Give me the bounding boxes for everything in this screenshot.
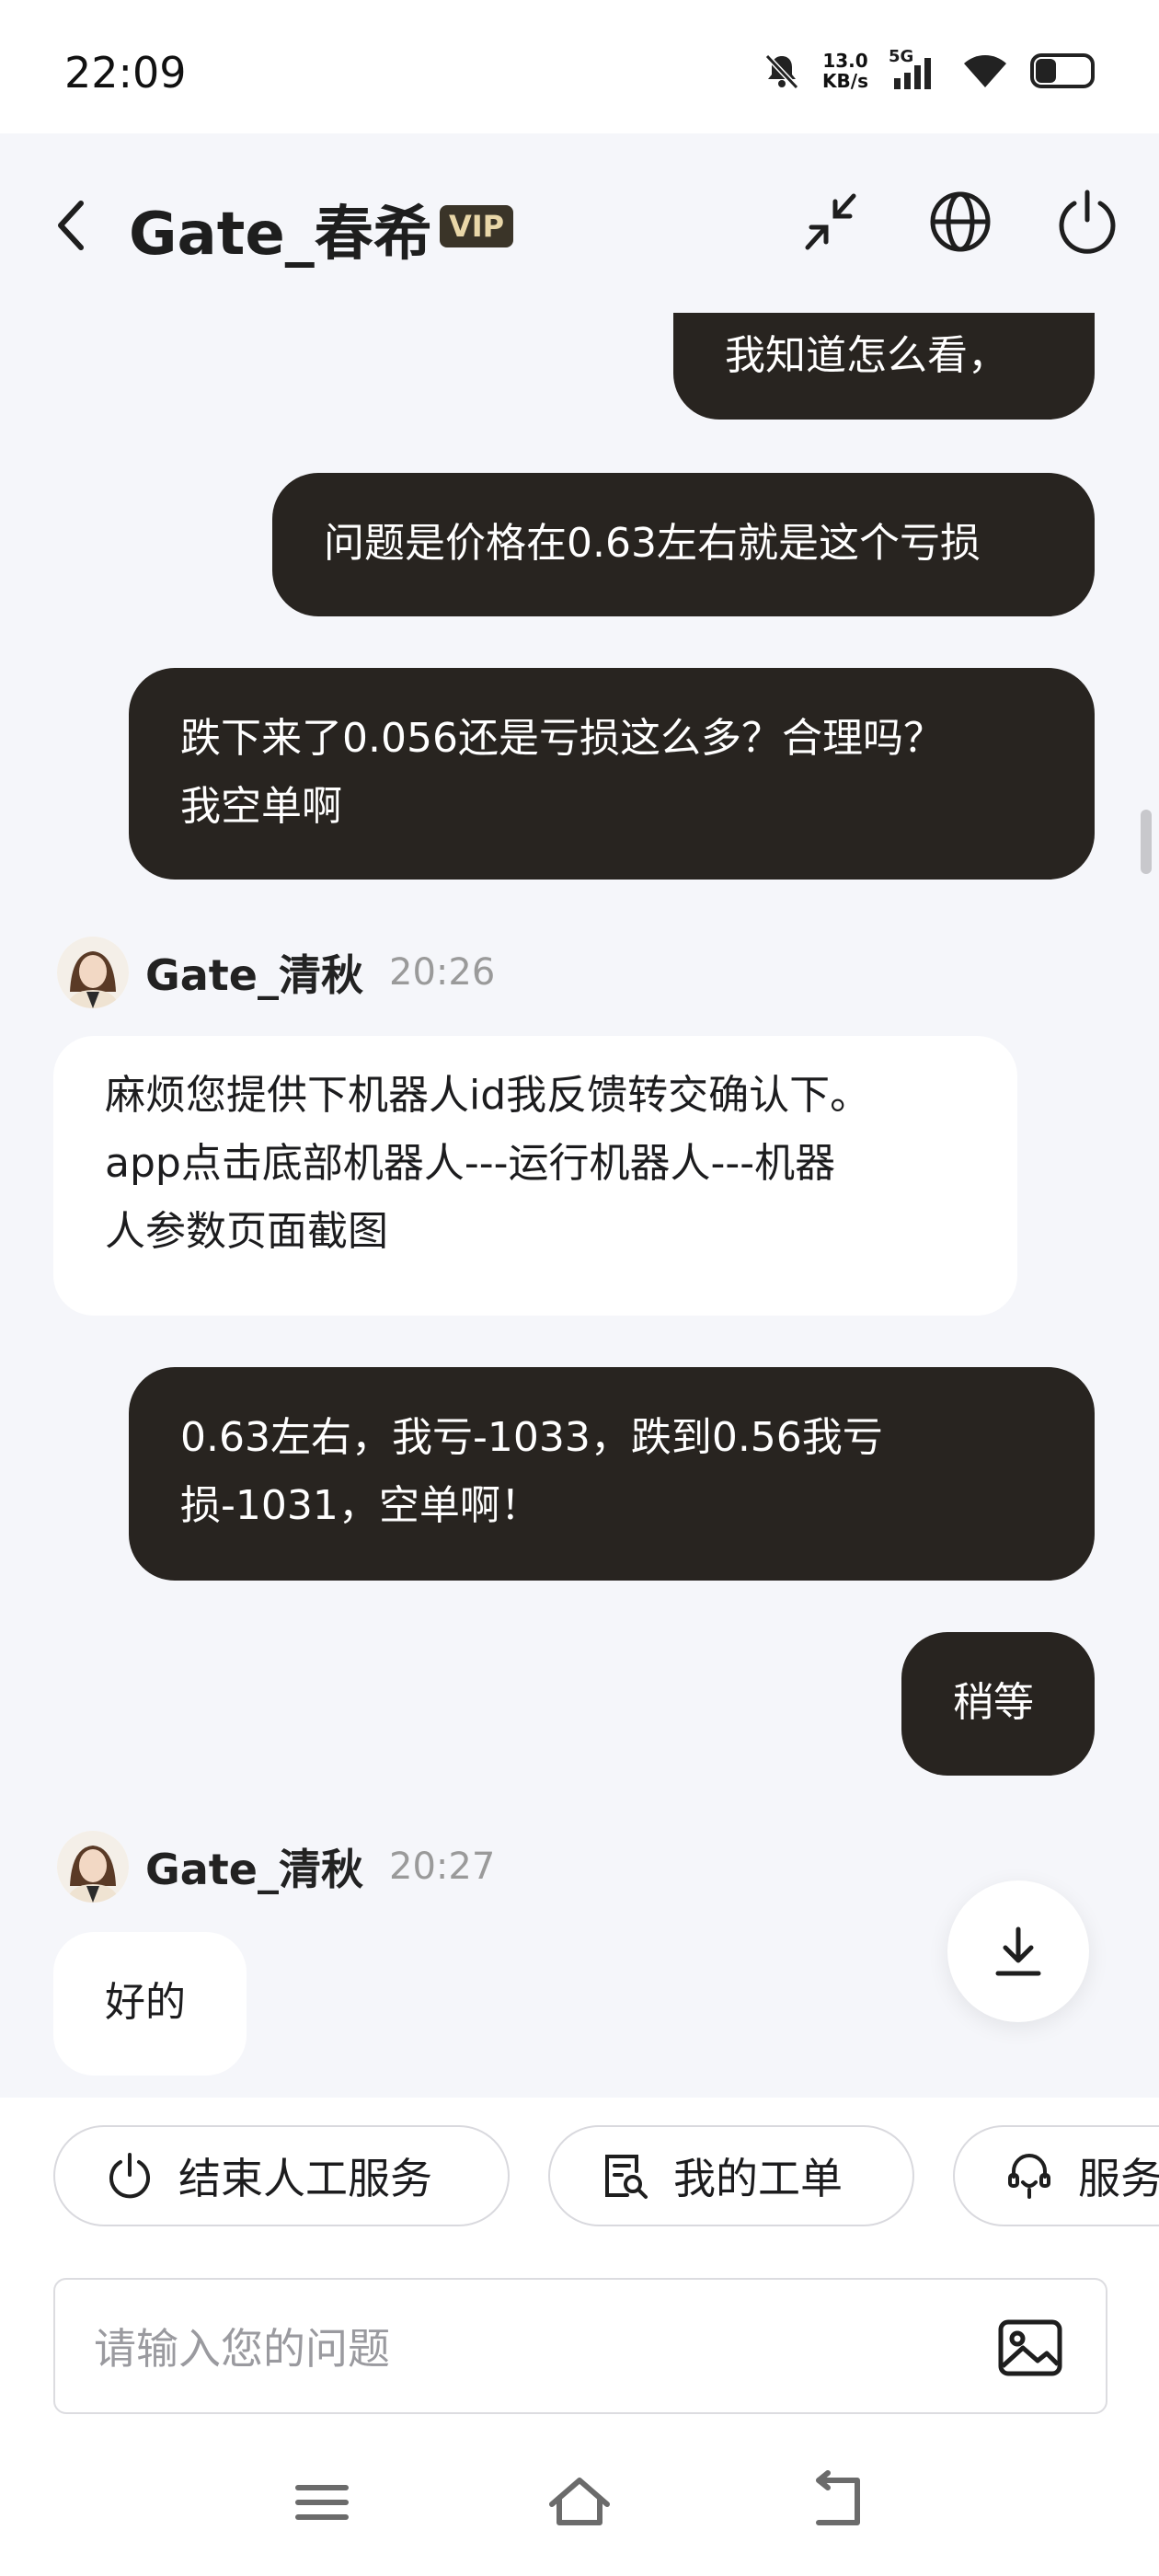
message-time: 20:27	[389, 1846, 496, 1888]
page-title: Gate_春希	[129, 201, 432, 269]
globe-icon[interactable]	[925, 187, 995, 257]
signal-5g: 5G	[889, 47, 940, 91]
message-bubble-outgoing: 稍等	[901, 1632, 1095, 1776]
status-bar: 22:09 13.0 KB/s 5G	[0, 0, 1159, 133]
message-text: 跌下来了0.056还是亏损这么多？合理吗？	[180, 715, 944, 762]
message-input[interactable]	[92, 2311, 924, 2386]
avatar	[57, 1831, 129, 1903]
signal-icon	[894, 58, 931, 89]
agent-avatar-icon	[57, 1831, 129, 1903]
message-text: 麻烦您提供下机器人id我反馈转交确认下。	[105, 1072, 871, 1119]
message-text: app点击底部机器人---运行机器人---机器	[105, 1140, 836, 1187]
chip-label: 服务	[1078, 2154, 1159, 2203]
scrollbar[interactable]	[1141, 810, 1152, 874]
image-upload-icon[interactable]	[995, 2313, 1065, 2383]
download-arrow-icon	[995, 1926, 1041, 1976]
message-text: 0.63左右，我亏-1033，跌到0.56我亏	[180, 1414, 883, 1461]
minimize-icon[interactable]	[797, 187, 866, 257]
ticket-search-icon	[605, 2155, 648, 2199]
scroll-to-bottom-button[interactable]	[947, 1880, 1089, 2022]
message-text: 我空单啊	[180, 783, 342, 830]
message-bubble-outgoing: 0.63左右，我亏-1033，跌到0.56我亏 损-1031，空单啊！	[129, 1367, 1095, 1581]
message-text: 稍等	[953, 1679, 1034, 1726]
message-bubble-incoming: 好的	[53, 1932, 247, 2076]
agent-avatar-icon	[57, 937, 129, 1008]
service-icon	[1008, 2154, 1050, 2199]
battery-icon	[1030, 53, 1095, 88]
back-nav-icon[interactable]	[800, 2466, 874, 2539]
power-icon[interactable]	[1052, 187, 1122, 257]
home-icon[interactable]	[543, 2466, 616, 2539]
network-speed-value: 13.0	[822, 50, 868, 72]
chip-label: 我的工单	[673, 2154, 843, 2203]
vip-badge: VIP	[440, 205, 514, 247]
avatar	[57, 937, 129, 1008]
message-input-box	[53, 2278, 1107, 2414]
menu-icon[interactable]	[285, 2466, 359, 2539]
message-text: 损-1031，空单啊！	[180, 1482, 541, 1529]
chip-label: 结束人工服务	[178, 2154, 432, 2203]
message-bubble-outgoing: 问题是价格在0.63左右就是这个亏损	[272, 473, 1095, 616]
status-icons: 13.0 KB/s 5G	[762, 47, 1095, 91]
power-icon	[109, 2153, 150, 2199]
agent-name: Gate_清秋	[145, 950, 363, 1000]
message-time: 20:26	[389, 951, 496, 994]
message-text: 我知道怎么看，	[725, 332, 1008, 379]
my-tickets-button[interactable]: 我的工单	[548, 2125, 914, 2226]
service-button[interactable]: 服务	[953, 2125, 1159, 2226]
network-speed: 13.0 KB/s	[822, 51, 868, 91]
mute-bell-icon	[764, 53, 799, 90]
agent-name: Gate_清秋	[145, 1845, 363, 1894]
back-arrow-icon[interactable]	[53, 198, 90, 253]
wifi-icon	[964, 55, 1006, 87]
message-bubble-outgoing: 跌下来了0.056还是亏损这么多？合理吗？ 我空单啊	[129, 668, 1095, 880]
message-text: 问题是价格在0.63左右就是这个亏损	[324, 520, 981, 567]
status-time: 22:09	[64, 48, 187, 98]
agent-header: Gate_清秋 20:27	[57, 1825, 495, 1908]
chat-header: Gate_春希 VIP	[0, 133, 1159, 313]
network-speed-unit: KB/s	[822, 70, 868, 92]
agent-header: Gate_清秋 20:26	[57, 931, 495, 1014]
message-text: 好的	[105, 1979, 186, 2026]
message-bubble-outgoing: 我知道怎么看，	[673, 313, 1095, 420]
message-text: 人参数页面截图	[105, 1208, 388, 1255]
quick-actions: 结束人工服务 我的工单 服务	[53, 2125, 1159, 2228]
message-bubble-incoming: 麻烦您提供下机器人id我反馈转交确认下。 app点击底部机器人---运行机器人-…	[53, 1036, 1017, 1316]
end-service-button[interactable]: 结束人工服务	[53, 2125, 510, 2226]
